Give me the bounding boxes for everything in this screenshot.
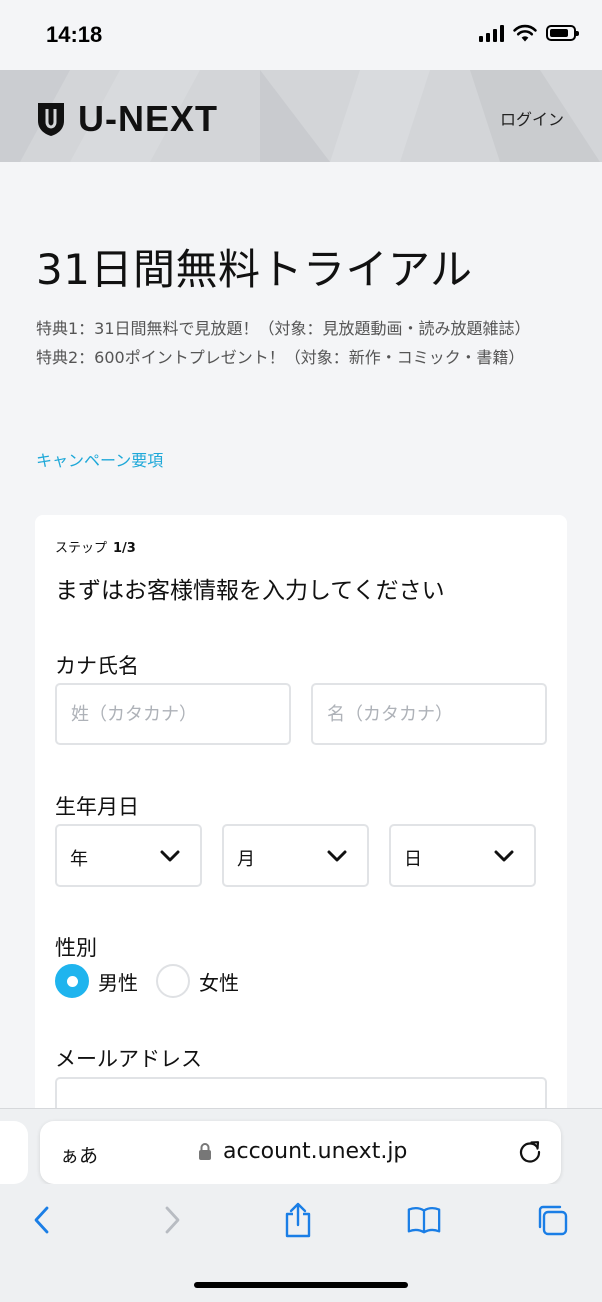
- step-label: ステップ: [55, 541, 108, 556]
- gender-radio-group: 男性 女性: [55, 964, 257, 998]
- gender-radio-female[interactable]: 女性: [156, 964, 239, 998]
- radio-label-female: 女性: [199, 970, 239, 995]
- benefits-list: 特典1：31日間無料で見放題！（対象：見放題動画・読み放題雑誌） 特典2：600…: [36, 314, 556, 372]
- status-time: 14:18: [46, 22, 103, 47]
- step-number: 1/3: [113, 541, 136, 556]
- birth-month-select[interactable]: 月: [222, 824, 369, 887]
- benefit-2: 特典2：600ポイントプレゼント！（対象：新作・コミック・書籍）: [36, 348, 525, 367]
- benefit-1: 特典1：31日間無料で見放題！（対象：見放題動画・読み放題雑誌）: [36, 319, 531, 338]
- chevron-down-icon: [494, 850, 514, 862]
- status-bar: 14:18: [0, 0, 602, 70]
- step-indicator: ステップ 1/3: [55, 537, 136, 556]
- chevron-right-icon: [165, 1206, 180, 1234]
- birth-year-value: 年: [70, 849, 88, 870]
- radio-button-checked[interactable]: [55, 964, 89, 998]
- kana-name-label: カナ氏名: [55, 654, 139, 678]
- birth-year-select[interactable]: 年: [55, 824, 202, 887]
- browser-toolbar: [0, 1184, 602, 1302]
- birth-day-value: 日: [404, 849, 422, 870]
- forward-button[interactable]: [154, 1202, 190, 1238]
- page-title: 31日間無料トライアル: [36, 245, 473, 294]
- bookmarks-button[interactable]: [406, 1202, 442, 1238]
- url-text: account.unext.jp: [223, 1139, 408, 1164]
- cellular-signal-icon: [479, 24, 504, 42]
- radio-label-male: 男性: [98, 970, 138, 995]
- lock-icon: [199, 1143, 211, 1160]
- book-icon: [407, 1207, 441, 1234]
- gender-radio-male[interactable]: 男性: [55, 964, 138, 998]
- previous-tab-preview[interactable]: [0, 1121, 28, 1184]
- login-link[interactable]: ログイン: [500, 106, 564, 130]
- home-indicator: [194, 1282, 408, 1288]
- birth-day-select[interactable]: 日: [389, 824, 536, 887]
- registration-form-card: ステップ1/3 まずはお客様情報を入力してください カナ氏名 生年月日 年 月 …: [35, 515, 567, 1155]
- tabs-button[interactable]: [534, 1202, 570, 1238]
- first-name-kana-input[interactable]: [311, 683, 547, 745]
- campaign-terms-link[interactable]: キャンペーン要項: [36, 447, 163, 471]
- page-settings-button[interactable]: ぁあ: [60, 1141, 98, 1168]
- email-label: メールアドレス: [55, 1047, 202, 1071]
- status-icons: [479, 24, 579, 42]
- address-bar[interactable]: ぁあ account.unext.jp: [40, 1121, 561, 1184]
- chevron-down-icon: [160, 850, 180, 862]
- gender-label: 性別: [55, 936, 97, 960]
- wifi-icon: [513, 24, 537, 42]
- tabs-icon: [538, 1205, 568, 1236]
- reload-icon[interactable]: [517, 1139, 543, 1165]
- birth-month-value: 月: [237, 849, 255, 870]
- browser-address-area: ぁあ account.unext.jp: [0, 1108, 602, 1184]
- last-name-kana-input[interactable]: [55, 683, 291, 745]
- site-header: U-NEXT ログイン: [0, 70, 602, 162]
- birthdate-label: 生年月日: [55, 795, 139, 819]
- chevron-left-icon: [34, 1206, 49, 1234]
- chevron-down-icon: [327, 850, 347, 862]
- share-button[interactable]: [280, 1202, 316, 1238]
- form-heading: まずはお客様情報を入力してください: [55, 578, 445, 604]
- battery-icon: [546, 25, 579, 41]
- radio-button-unchecked[interactable]: [156, 964, 190, 998]
- logo-text: U-NEXT: [78, 98, 218, 139]
- back-button[interactable]: [24, 1202, 60, 1238]
- shield-logo-icon: [38, 103, 64, 136]
- share-icon: [285, 1202, 311, 1238]
- unext-logo[interactable]: U-NEXT: [36, 98, 218, 140]
